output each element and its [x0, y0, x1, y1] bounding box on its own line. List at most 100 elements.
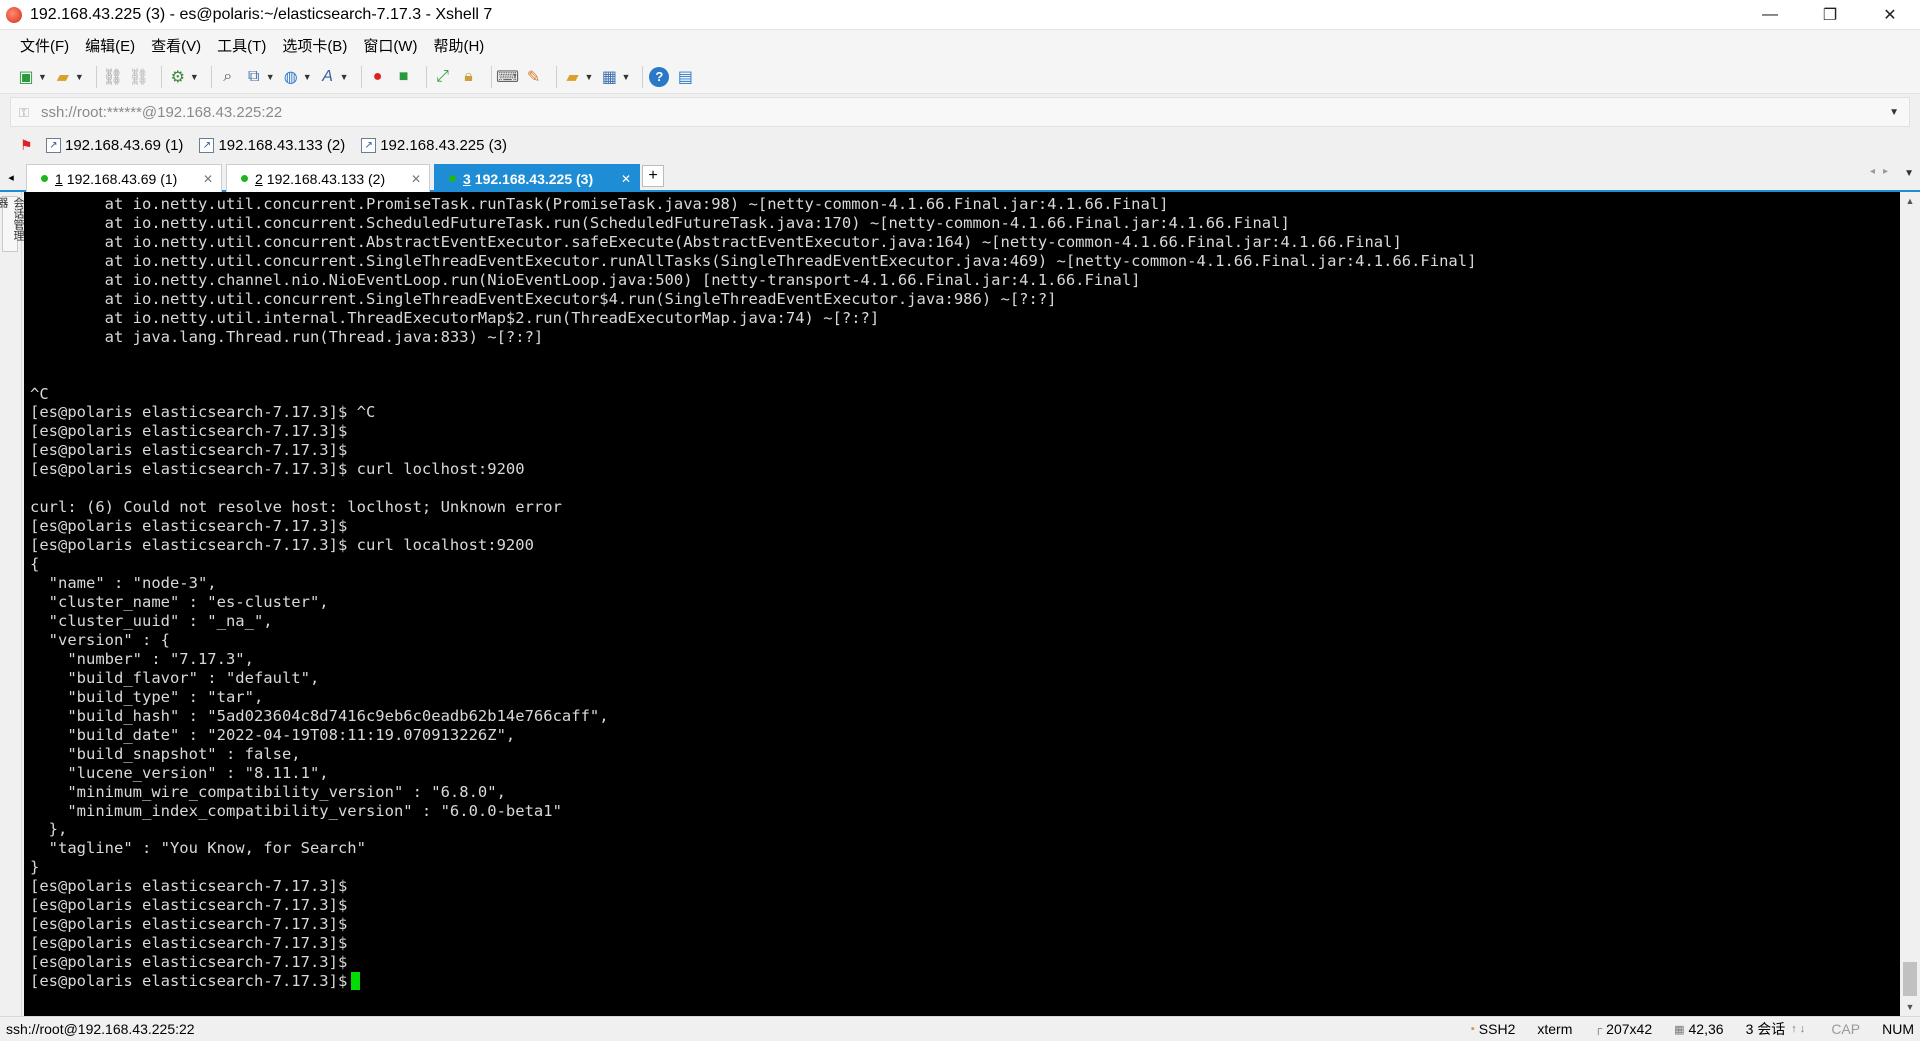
scroll-down-icon[interactable]: ▼: [1900, 998, 1920, 1016]
tab-session-2[interactable]: 2 192.168.43.133 (2) ✕: [226, 164, 430, 192]
new-tab-button[interactable]: +: [642, 165, 664, 187]
close-button[interactable]: ✕: [1860, 0, 1920, 30]
status-caps-lock: CAP: [1831, 1021, 1861, 1037]
chat-button[interactable]: ▤: [675, 64, 695, 90]
quick-session-3[interactable]: ↗ 192.168.43.225 (3): [361, 137, 507, 154]
toolbar: ▣ ▼ ▰ ▼ ⛓ ⛓ ⚙ ▼ ⌕ ⧉ ▼ ◍ ▼ A ▼ ● ■ ⤢ 🔒︎ ⌨ ✎ ▰ ▼ …: [0, 60, 1920, 94]
status-bar: ssh://root@192.168.43.225:22 ▪ SSH2 xterm…: [0, 1016, 1920, 1041]
terminal-line: [es@polaris elasticsearch-7.17.3]$ curl …: [30, 460, 525, 479]
terminal-output: at io.netty.util.concurrent.PromiseTask.…: [24, 192, 1900, 991]
disconnect-icon: ⛓: [128, 68, 149, 86]
layout-button[interactable]: ▦ ▼: [599, 64, 630, 90]
menu-help[interactable]: 帮助(H): [427, 35, 494, 56]
address-bar[interactable]: ⚿ ssh://root:******@192.168.43.225:22 ▼: [10, 97, 1910, 127]
terminal-line: "lucene_version" : "8.11.1",: [67, 763, 329, 782]
properties-button[interactable]: ⚙ ▼: [168, 64, 199, 90]
panel-toggle-icon[interactable]: ◂: [0, 162, 22, 192]
fullscreen-button[interactable]: ⤢: [433, 64, 453, 90]
globe-button[interactable]: ◍ ▼: [281, 64, 312, 90]
keyboard-icon: ⌨: [495, 68, 520, 86]
compose-button[interactable]: ▰ ▼: [563, 64, 593, 90]
xmanager-button[interactable]: ■: [394, 64, 414, 90]
reconnect-button[interactable]: ⛓: [103, 64, 123, 90]
terminal-line: "build_flavor" : "default",: [67, 668, 320, 687]
toolbar-separator: [360, 65, 362, 88]
terminal-line: "minimum_index_compatibility_version" : …: [67, 801, 562, 820]
tab-menu-icon[interactable]: ▼: [1904, 168, 1914, 179]
terminal-line: "tagline" : "You Know, for Search": [48, 839, 366, 858]
open-folder-icon: ▰: [56, 68, 70, 86]
chevron-down-icon[interactable]: ▼: [1889, 107, 1899, 118]
tab-session-3[interactable]: 3 192.168.43.225 (3) ✕: [434, 164, 640, 192]
quick-session-label: 192.168.43.225 (3): [380, 136, 507, 154]
properties-icon: ⚙: [170, 68, 186, 86]
find-button[interactable]: ⌕: [218, 64, 238, 90]
lock-button[interactable]: 🔒︎: [459, 64, 479, 90]
flag-icon[interactable]: ⚑: [20, 137, 36, 153]
close-icon[interactable]: ✕: [411, 172, 421, 186]
highlight-icon: ✎: [526, 68, 541, 86]
terminal-view[interactable]: at io.netty.util.concurrent.PromiseTask.…: [24, 192, 1900, 1016]
xshell-app-icon: [6, 6, 22, 23]
chevron-down-icon: ▼: [621, 71, 631, 82]
font-button[interactable]: A ▼: [318, 64, 349, 90]
menu-edit[interactable]: 编辑(E): [79, 35, 145, 56]
scroll-thumb[interactable]: [1903, 962, 1917, 996]
status-connection: ssh://root@192.168.43.225:22: [6, 1021, 195, 1037]
xmanager-icon: ■: [398, 67, 409, 85]
session-manager-tab[interactable]: 会话管理器: [0, 196, 24, 252]
menu-tabs[interactable]: 选项卡(B): [276, 35, 357, 56]
chevron-down-icon: ▼: [189, 71, 199, 82]
fullscreen-icon: ⤢: [436, 67, 449, 85]
close-icon[interactable]: ✕: [203, 172, 213, 186]
new-session-button[interactable]: ▣ ▼: [16, 64, 46, 90]
terminal-cursor: [351, 972, 361, 991]
xftp-button[interactable]: ●: [368, 64, 388, 90]
tab-label: 192.168.43.69 (1): [66, 170, 178, 187]
copy-icon: ⧉: [248, 67, 260, 85]
close-icon[interactable]: ✕: [621, 172, 631, 186]
status-num-lock: NUM: [1882, 1021, 1914, 1037]
tab-scroll-arrows[interactable]: ◂▸: [1870, 166, 1896, 177]
highlight-button[interactable]: ✎: [524, 64, 544, 90]
restore-button[interactable]: ❐: [1800, 0, 1860, 30]
lock-icon: ▪: [1470, 1023, 1475, 1035]
disconnect-button[interactable]: ⛓: [129, 64, 149, 90]
menu-tools[interactable]: 工具(T): [211, 35, 276, 56]
terminal-line: [es@polaris elasticsearch-7.17.3]$: [30, 877, 348, 896]
terminal-line: [es@polaris elasticsearch-7.17.3]$: [30, 915, 348, 934]
session-arrows-icon[interactable]: ↑ ↓: [1791, 1023, 1805, 1035]
status-sessions-text: 3 会话: [1745, 1021, 1786, 1037]
chevron-down-icon: ▼: [74, 71, 84, 82]
terminal-line: at java.lang.Thread.run(Thread.java:833)…: [104, 327, 544, 346]
help-button[interactable]: ?: [649, 64, 670, 90]
chevron-down-icon: ▼: [265, 71, 275, 82]
menu-window[interactable]: 窗口(W): [357, 35, 427, 56]
terminal-line: [es@polaris elasticsearch-7.17.3]$: [30, 422, 348, 441]
terminal-line: "version" : {: [48, 630, 170, 649]
connect-icon: ⛓: [102, 68, 123, 86]
address-input[interactable]: ssh://root:******@192.168.43.225:22: [41, 104, 1889, 121]
terminal-line: at io.netty.util.internal.ThreadExecutor…: [104, 308, 880, 327]
minimize-button[interactable]: —: [1740, 0, 1800, 30]
quick-session-1[interactable]: ↗ 192.168.43.69 (1): [46, 137, 183, 154]
terminal-line: ^C: [30, 384, 49, 403]
terminal-scrollbar[interactable]: ▲ ▼: [1900, 192, 1920, 1016]
keyboard-button[interactable]: ⌨: [495, 64, 520, 90]
compose-icon: ▰: [566, 68, 579, 86]
menu-file[interactable]: 文件(F): [14, 35, 79, 56]
menu-view[interactable]: 查看(V): [145, 35, 211, 56]
connected-status-icon: [41, 175, 48, 182]
terminal-line: "cluster_name" : "es-cluster",: [48, 593, 329, 612]
scroll-up-icon[interactable]: ▲: [1900, 192, 1920, 210]
quick-session-2[interactable]: ↗ 192.168.43.133 (2): [199, 137, 345, 154]
open-button[interactable]: ▰ ▼: [53, 64, 84, 90]
terminal-line: [es@polaris elasticsearch-7.17.3]$: [30, 953, 348, 972]
status-term: xterm: [1537, 1021, 1573, 1037]
quick-session-bar: ⚑ ↗ 192.168.43.69 (1) ↗ 192.168.43.133 (2)…: [0, 130, 1920, 160]
terminal-line: at io.netty.util.concurrent.PromiseTask.…: [104, 195, 1169, 213]
chevron-down-icon: ▼: [339, 71, 349, 82]
tab-session-1[interactable]: 1 192.168.43.69 (1) ✕: [26, 164, 222, 192]
quick-session-label: 192.168.43.69 (1): [65, 136, 184, 154]
copy-button[interactable]: ⧉ ▼: [244, 64, 275, 90]
